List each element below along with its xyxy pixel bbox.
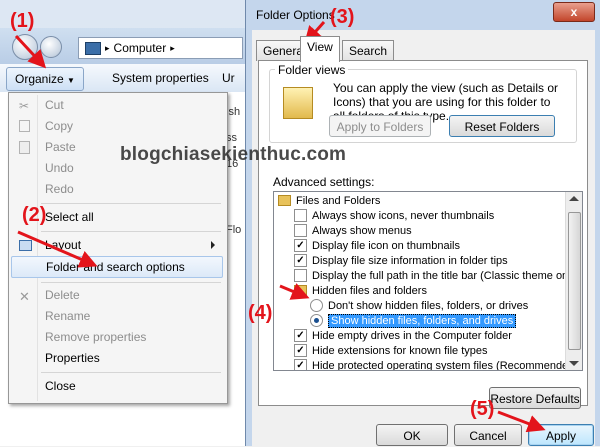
address-text: Computer: [113, 41, 167, 55]
menu-item-redo[interactable]: Redo: [11, 179, 223, 200]
list-item[interactable]: Display the full path in the title bar (…: [294, 268, 580, 284]
menu-separator: [41, 231, 221, 232]
menu-item-close[interactable]: Close: [11, 376, 223, 397]
computer-icon: [85, 41, 101, 55]
list-item[interactable]: ✓ Display file icon on thumbnails: [294, 238, 460, 254]
checkbox-checked[interactable]: ✓: [294, 328, 307, 342]
scrollbar-thumb[interactable]: [568, 212, 581, 350]
menu-item-remove-properties[interactable]: Remove properties: [11, 327, 223, 348]
organize-menu: ✂ Cut Copy Paste Undo Redo Select all La…: [8, 92, 228, 404]
scroll-up-icon[interactable]: [569, 196, 579, 201]
view-tab-panel: Folder views You can apply the view (suc…: [258, 60, 588, 409]
advanced-settings-list[interactable]: Files and Folders Always show icons, nev…: [273, 191, 583, 371]
cancel-button[interactable]: Cancel: [454, 424, 522, 446]
organize-label: Organize: [15, 72, 64, 86]
radio-button-selected[interactable]: [310, 313, 323, 327]
copy-icon: [19, 120, 30, 132]
list-item[interactable]: ✓ Hide protected operating system files (…: [294, 358, 578, 370]
menu-separator: [41, 372, 221, 373]
reset-folders-button[interactable]: Reset Folders: [449, 115, 555, 137]
dialog-client: General View Search Folder views You can…: [252, 30, 595, 446]
address-box[interactable]: ▸ Computer ▸: [78, 37, 243, 59]
apply-to-folders-button[interactable]: Apply to Folders: [329, 115, 431, 137]
checkbox[interactable]: [294, 208, 307, 222]
back-button[interactable]: [12, 34, 38, 60]
close-button[interactable]: x: [553, 2, 595, 22]
list-item[interactable]: Always show icons, never thumbnails: [294, 208, 494, 224]
watermark-text: blogchiasekienthuc.com: [120, 144, 347, 165]
menu-item-rename[interactable]: Rename: [11, 306, 223, 327]
delete-icon: ✕: [19, 289, 30, 304]
folder-icon: [278, 194, 291, 206]
chevron-right-icon: ▸: [170, 42, 175, 53]
list-item-selected[interactable]: Show hidden files, folders, and drives: [310, 313, 517, 329]
forward-button[interactable]: [40, 36, 62, 58]
address-bar-area: ▸ Computer ▸: [0, 28, 245, 64]
checkbox[interactable]: [294, 268, 307, 282]
apply-button[interactable]: Apply: [528, 424, 594, 446]
background-text: Flo: [226, 224, 242, 236]
menu-separator: [41, 282, 221, 283]
checkbox-checked[interactable]: ✓: [294, 238, 307, 252]
radio-button[interactable]: [310, 298, 323, 312]
menu-separator: [41, 203, 221, 204]
close-icon: x: [570, 5, 578, 19]
advanced-settings-label: Advanced settings:: [273, 175, 375, 189]
scissors-icon: ✂: [19, 99, 30, 113]
dialog-title: Folder Options: [256, 8, 335, 22]
list-item: Files and Folders: [278, 194, 380, 209]
folder-options-dialog: Folder Options x General View Search Fol…: [245, 0, 600, 446]
annotation-step-4: (4): [248, 302, 273, 324]
menu-item-layout[interactable]: Layout: [11, 235, 223, 256]
checkbox-checked[interactable]: ✓: [294, 358, 307, 370]
menu-item-cut[interactable]: ✂ Cut: [11, 95, 223, 116]
chevron-right-icon: ▸: [105, 42, 110, 53]
annotation-step-5: (5): [470, 398, 495, 420]
uninstall-button-fragment[interactable]: Ur: [222, 67, 235, 89]
restore-defaults-button[interactable]: Restore Defaults: [489, 387, 581, 409]
command-bar: Organize ▼ System properties Ur: [0, 64, 245, 93]
checkbox-checked[interactable]: ✓: [294, 253, 307, 267]
scroll-down-icon[interactable]: [569, 361, 579, 366]
list-item[interactable]: Don't show hidden files, folders, or dri…: [310, 298, 528, 314]
checkbox-checked[interactable]: ✓: [294, 343, 307, 357]
menu-item-copy[interactable]: Copy: [11, 116, 223, 137]
annotation-step-2: (2): [22, 204, 47, 226]
annotation-step-3: (3): [330, 6, 355, 28]
menu-item-delete[interactable]: ✕ Delete: [11, 285, 223, 306]
folder-icon: [294, 284, 307, 296]
checkbox[interactable]: [294, 223, 307, 237]
chevron-down-icon: ▼: [67, 76, 75, 85]
vertical-scrollbar[interactable]: [565, 192, 582, 370]
menu-item-properties[interactable]: Properties: [11, 348, 223, 369]
background-text: ish: [226, 106, 241, 118]
list-item[interactable]: ✓ Display file size information in folder…: [294, 253, 508, 269]
organize-button[interactable]: Organize ▼: [6, 67, 84, 91]
folder-views-legend: Folder views: [275, 63, 349, 77]
paste-icon: [19, 141, 30, 154]
tab-view[interactable]: View: [300, 36, 340, 62]
list-item[interactable]: ✓ Hide empty drives in the Computer folde…: [294, 328, 512, 344]
folder-views-icon: [283, 87, 313, 119]
menu-item-folder-and-search-options[interactable]: Folder and search options: [11, 256, 223, 278]
tab-search[interactable]: Search: [342, 40, 395, 61]
list-item[interactable]: Always show menus: [294, 223, 412, 239]
list-item: Hidden files and folders: [294, 284, 427, 299]
system-properties-button[interactable]: System properties: [104, 67, 217, 89]
annotation-step-1: (1): [10, 10, 35, 32]
ok-button[interactable]: OK: [376, 424, 448, 446]
layout-icon: [19, 240, 32, 251]
submenu-arrow-icon: [211, 241, 215, 249]
list-item[interactable]: ✓ Hide extensions for known file types: [294, 343, 487, 359]
